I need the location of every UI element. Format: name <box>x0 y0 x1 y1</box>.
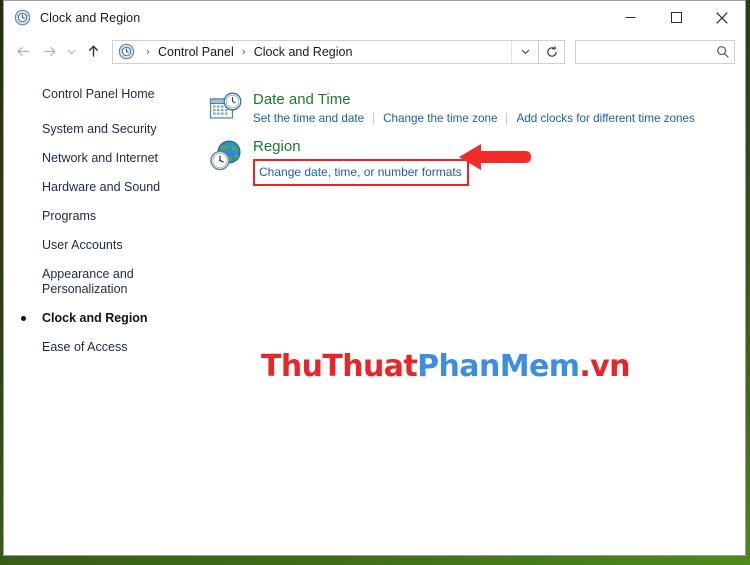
link-set-the-time-and-date[interactable]: Set the time and date <box>253 111 364 127</box>
highlight-box-region-link: Change date, time, or number formats <box>253 159 469 186</box>
refresh-icon <box>546 45 557 57</box>
sidebar-item-ease-of-access[interactable]: Ease of Access <box>4 340 209 355</box>
link-add-clocks-for-different-time-zones[interactable]: Add clocks for different time zones <box>516 111 694 127</box>
sidebar: Control Panel Home System and Security N… <box>4 69 209 555</box>
sidebar-item-clock-and-region[interactable]: Clock and Region <box>4 311 209 326</box>
link-separator <box>506 113 508 125</box>
breadcrumb-item-control-panel[interactable]: Control Panel <box>156 44 236 60</box>
breadcrumb-separator-1: › <box>241 45 246 58</box>
watermark: ThuThuatPhanMem.vn <box>261 350 630 384</box>
minimize-icon <box>625 17 635 18</box>
window-body: Control Panel Home System and Security N… <box>4 69 745 555</box>
category-body: Region Change date, time, or number form… <box>253 137 469 186</box>
recent-pages-button[interactable] <box>62 39 80 65</box>
category-links-date-and-time: Set the time and date Change the time zo… <box>253 111 695 127</box>
sidebar-item-user-accounts[interactable]: User Accounts <box>4 238 209 253</box>
search-input[interactable] <box>576 43 712 60</box>
watermark-part-2: PhanMem <box>417 349 580 384</box>
category-title-date-and-time[interactable]: Date and Time <box>253 90 695 109</box>
control-panel-window: Clock and Region › Control Panel › Clock… <box>3 0 746 556</box>
up-button[interactable] <box>80 39 106 65</box>
category-region: Region Change date, time, or number form… <box>209 137 745 186</box>
category-title-region[interactable]: Region <box>253 137 469 156</box>
chevron-down-icon <box>521 49 529 55</box>
back-arrow-icon <box>16 46 29 57</box>
sidebar-item-appearance-and-personalization[interactable]: Appearance and Personalization <box>4 267 162 297</box>
search-box[interactable] <box>575 39 735 64</box>
search-icon[interactable] <box>712 45 734 59</box>
breadcrumb-separator-0: › <box>146 45 150 58</box>
magnifier-icon <box>717 45 729 58</box>
breadcrumb-dropdown-button[interactable] <box>511 40 538 63</box>
sidebar-item-hardware-and-sound[interactable]: Hardware and Sound <box>4 180 209 195</box>
title-bar: Clock and Region <box>4 1 745 34</box>
link-separator <box>373 113 375 125</box>
close-icon <box>716 11 728 24</box>
address-bar: › Control Panel › Clock and Region <box>4 34 745 69</box>
category-body: Date and Time Set the time and date Chan… <box>253 89 695 127</box>
up-arrow-icon <box>88 45 98 57</box>
window-title: Clock and Region <box>40 10 141 25</box>
close-button[interactable] <box>699 1 745 34</box>
clock-region-icon <box>118 43 135 60</box>
maximize-button[interactable] <box>653 1 699 34</box>
content-area: Date and Time Set the time and date Chan… <box>209 69 745 555</box>
maximize-icon <box>670 12 682 23</box>
sidebar-item-control-panel-home[interactable]: Control Panel Home <box>4 87 209 102</box>
forward-arrow-icon <box>43 46 56 57</box>
window-controls <box>607 1 745 34</box>
category-date-and-time: Date and Time Set the time and date Chan… <box>209 89 745 127</box>
minimize-button[interactable] <box>607 1 653 34</box>
link-change-date-time-or-number-formats[interactable]: Change date, time, or number formats <box>259 165 462 179</box>
sidebar-item-network-and-internet[interactable]: Network and Internet <box>4 151 209 166</box>
refresh-button[interactable] <box>539 39 565 64</box>
region-globe-clock-icon <box>210 140 241 171</box>
sidebar-item-system-and-security[interactable]: System and Security <box>4 122 209 137</box>
link-change-the-time-zone[interactable]: Change the time zone <box>383 111 497 127</box>
forward-button[interactable] <box>36 39 62 65</box>
date-and-time-icon <box>209 92 242 119</box>
breadcrumb-bar[interactable]: › Control Panel › Clock and Region <box>112 39 539 64</box>
recent-pages-chevron-icon <box>67 49 75 55</box>
breadcrumb-item-clock-and-region[interactable]: Clock and Region <box>252 44 355 60</box>
watermark-part-3: .vn <box>579 349 630 384</box>
back-button[interactable] <box>10 39 36 65</box>
clock-region-icon <box>14 9 31 26</box>
watermark-part-1: ThuThuat <box>261 349 418 384</box>
sidebar-item-programs[interactable]: Programs <box>4 209 209 224</box>
